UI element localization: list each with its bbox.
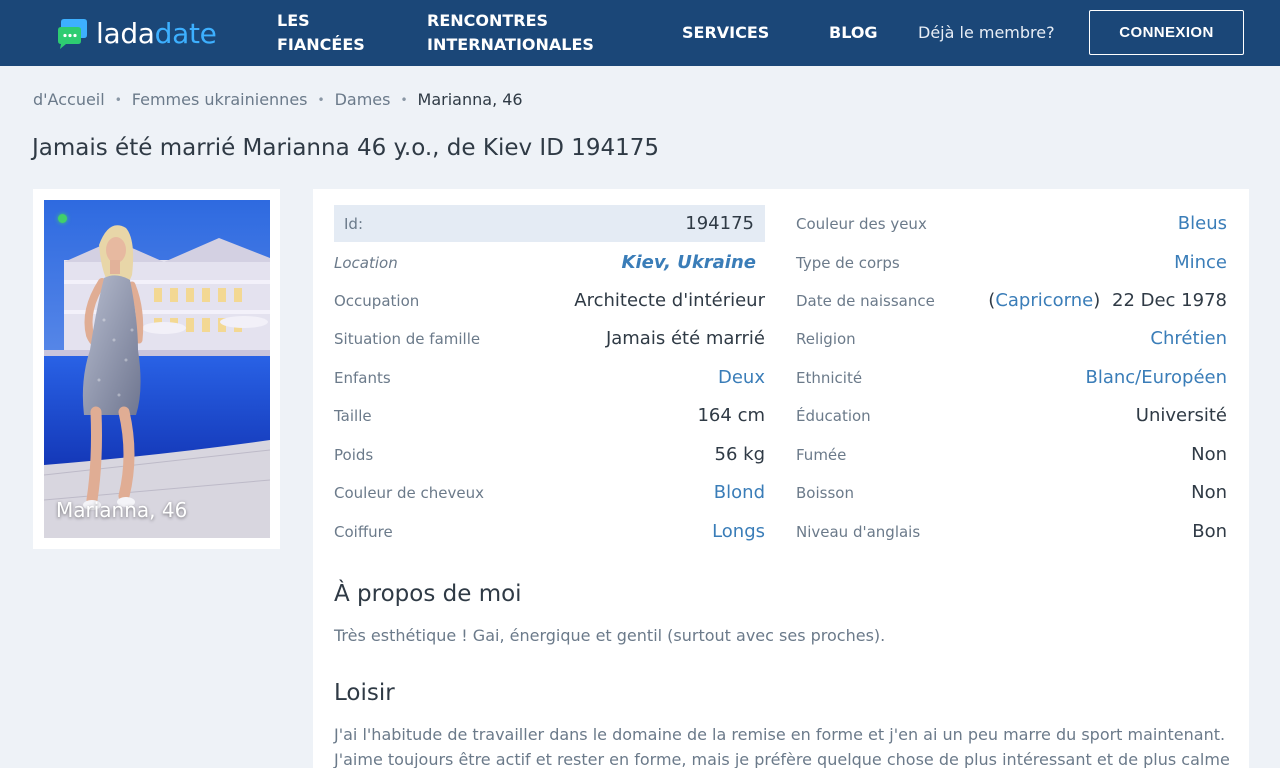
breadcrumb-ladies[interactable]: Dames (335, 90, 391, 109)
detail-row-eyes: Couleur des yeux Bleus (796, 205, 1227, 242)
zodiac: (Capricorne) (988, 290, 1100, 311)
login-button[interactable]: CONNEXION (1089, 10, 1244, 55)
detail-label-english: Niveau d'anglais (796, 522, 921, 541)
detail-value-occupation: Architecte d'intérieur (574, 290, 765, 311)
hobby-title: Loisir (334, 680, 395, 706)
nav-fiancees-line1: LES (277, 11, 310, 30)
detail-value-id: 194175 (685, 213, 754, 234)
detail-row-weight: Poids 56 kg (334, 436, 765, 473)
nav-blog[interactable]: BLOG (829, 21, 878, 45)
detail-row-marital: Situation de famille Jamais été marrié (334, 320, 765, 357)
detail-row-children: Enfants Deux (334, 359, 765, 396)
nav-fiancees[interactable]: LES FIANCÉES (277, 9, 365, 57)
detail-row-occupation: Occupation Architecte d'intérieur (334, 282, 765, 319)
detail-label-occupation: Occupation (334, 291, 420, 310)
detail-label-hair-color: Couleur de cheveux (334, 483, 484, 502)
detail-label-marital: Situation de famille (334, 329, 481, 348)
hobby-text-line2: J'aime toujours être actif et rester en … (334, 750, 1230, 768)
photo-caption: Marianna, 46 (56, 498, 188, 522)
detail-label-religion: Religion (796, 329, 856, 348)
detail-label-hairstyle: Coiffure (334, 522, 393, 541)
zodiac-close-paren: ) (1093, 290, 1101, 311)
detail-value-eyes-link[interactable]: Bleus (1178, 213, 1227, 234)
detail-row-drinking: Boisson Non (796, 474, 1227, 511)
logo[interactable]: ladadate (56, 14, 217, 52)
top-header: ladadate LES FIANCÉES RENCONTRES INTERNA… (0, 0, 1280, 66)
detail-value-children-link[interactable]: Deux (718, 367, 765, 388)
detail-label-location: Location (334, 253, 398, 272)
detail-value-smoking: Non (1191, 444, 1227, 465)
breadcrumb: d'Accueil • Femmes ukrainiennes • Dames … (33, 90, 523, 109)
online-status-icon (58, 214, 67, 223)
zodiac-sign-link[interactable]: Capricorne (995, 290, 1093, 311)
detail-value-drinking: Non (1191, 482, 1227, 503)
detail-label-eyes: Couleur des yeux (796, 214, 927, 233)
detail-value-birth: (Capricorne) 22 Dec 1978 (988, 290, 1227, 311)
profile-photo[interactable]: Marianna, 46 (44, 200, 270, 538)
hobby-text: J'ai l'habitude de travailler dans le do… (334, 722, 1230, 768)
detail-row-height: Taille 164 cm (334, 397, 765, 434)
detail-row-hair-color: Couleur de cheveux Blond (334, 474, 765, 511)
page-title: Jamais été marrié Marianna 46 y.o., de K… (32, 135, 660, 161)
detail-label-height: Taille (334, 406, 372, 425)
detail-label-education: Éducation (796, 406, 871, 425)
detail-row-english: Niveau d'anglais Bon (796, 513, 1227, 550)
about-title: À propos de moi (334, 581, 522, 607)
detail-row-education: Éducation Université (796, 397, 1227, 434)
detail-value-education: Université (1135, 405, 1227, 426)
breadcrumb-separator: • (317, 92, 325, 107)
detail-value-body-link[interactable]: Mince (1174, 252, 1227, 273)
detail-label-birth: Date de naissance (796, 291, 935, 310)
detail-value-english: Bon (1192, 521, 1227, 542)
detail-label-body: Type de corps (796, 253, 900, 272)
detail-row-smoking: Fumée Non (796, 436, 1227, 473)
breadcrumb-separator: • (114, 92, 122, 107)
detail-label-children: Enfants (334, 368, 391, 387)
nav-international-dating[interactable]: RENCONTRES INTERNATIONALES (427, 9, 594, 57)
nav-services[interactable]: SERVICES (682, 21, 769, 45)
nav-fiancees-line2: FIANCÉES (277, 35, 365, 54)
detail-row-body: Type de corps Mince (796, 244, 1227, 281)
chat-bubble-logo-icon (56, 16, 90, 50)
nav-international-line1: RENCONTRES (427, 11, 549, 30)
breadcrumb-home[interactable]: d'Accueil (33, 90, 105, 109)
detail-row-ethnicity: Ethnicité Blanc/Européen (796, 359, 1227, 396)
detail-value-location-link[interactable]: Kiev, Ukraine (622, 252, 757, 273)
detail-value-marital: Jamais été marrié (605, 328, 765, 349)
logo-text: ladadate (96, 17, 217, 50)
breadcrumb-current: Marianna, 46 (417, 90, 523, 109)
detail-row-birth: Date de naissance (Capricorne) 22 Dec 19… (796, 282, 1227, 319)
detail-label-drinking: Boisson (796, 483, 854, 502)
logo-text-part2: date (154, 16, 217, 50)
breadcrumb-ukrainian-women[interactable]: Femmes ukrainiennes (132, 90, 308, 109)
detail-label-ethnicity: Ethnicité (796, 368, 863, 387)
detail-label-smoking: Fumée (796, 445, 847, 464)
already-member-text: Déjà le membre? (918, 23, 1055, 42)
detail-value-hairstyle-link[interactable]: Longs (712, 521, 765, 542)
detail-value-height: 164 cm (697, 405, 765, 426)
detail-row-religion: Religion Chrétien (796, 320, 1227, 357)
about-text: Très esthétique ! Gai, énergique et gent… (334, 626, 886, 645)
birth-date: 22 Dec 1978 (1112, 290, 1227, 311)
detail-row-hairstyle: Coiffure Longs (334, 513, 765, 550)
profile-photo-card[interactable]: Marianna, 46 (33, 189, 280, 549)
profile-details-panel: Id: 194175 Location Kiev, Ukraine Occupa… (313, 189, 1249, 768)
detail-value-ethnicity-link[interactable]: Blanc/Européen (1085, 367, 1227, 388)
breadcrumb-separator: • (400, 92, 408, 107)
hobby-text-line1: J'ai l'habitude de travailler dans le do… (334, 725, 1226, 744)
detail-row-id: Id: 194175 (334, 205, 765, 242)
detail-row-location: Location Kiev, Ukraine (334, 244, 765, 281)
logo-text-part1: lada (96, 16, 155, 50)
detail-value-weight: 56 kg (714, 444, 765, 465)
detail-value-religion-link[interactable]: Chrétien (1150, 328, 1227, 349)
nav-international-line2: INTERNATIONALES (427, 35, 594, 54)
profile-photo-image (44, 200, 270, 538)
detail-value-hair-color-link[interactable]: Blond (714, 482, 765, 503)
detail-label-weight: Poids (334, 445, 374, 464)
detail-label-id: Id: (344, 214, 363, 233)
